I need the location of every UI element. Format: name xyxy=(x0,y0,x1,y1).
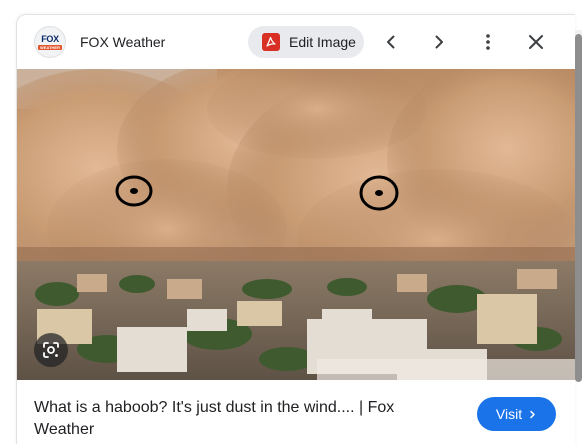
image-title[interactable]: What is a haboob? It's just dust in the … xyxy=(34,397,454,441)
chevron-right-icon xyxy=(528,410,537,419)
visit-label: Visit xyxy=(495,406,523,422)
source-name[interactable]: FOX Weather xyxy=(80,34,165,50)
preview-image[interactable] xyxy=(17,69,575,380)
edit-image-label: Edit Image xyxy=(289,34,356,50)
edit-image-button[interactable]: Edit Image xyxy=(248,26,364,58)
pdf-icon xyxy=(262,33,280,51)
chevron-left-icon xyxy=(387,35,395,49)
scrollbar-track[interactable] xyxy=(575,30,582,382)
close-button[interactable] xyxy=(523,29,549,55)
close-icon xyxy=(529,35,543,49)
lens-search-button[interactable] xyxy=(34,333,68,367)
scrollbar-thumb[interactable] xyxy=(575,34,582,382)
previous-image-button[interactable] xyxy=(378,29,404,55)
next-image-button[interactable] xyxy=(426,29,452,55)
lens-icon xyxy=(43,342,59,358)
preview-header: FOX WEATHER FOX Weather Edit Image xyxy=(17,15,575,69)
source-logo-subtext: WEATHER xyxy=(38,44,62,50)
more-options-button[interactable] xyxy=(475,29,501,55)
source-logo[interactable]: FOX WEATHER xyxy=(34,26,66,58)
top-strip xyxy=(0,0,582,14)
more-vert-icon xyxy=(486,34,490,50)
visit-button[interactable]: Visit xyxy=(477,397,556,431)
image-preview-panel: FOX WEATHER FOX Weather Edit Image What … xyxy=(16,14,575,444)
source-logo-text: FOX xyxy=(41,33,59,44)
haboob-photo xyxy=(17,69,575,380)
image-viewer-page: FOX WEATHER FOX Weather Edit Image What … xyxy=(0,0,582,444)
chevron-right-icon xyxy=(435,35,443,49)
